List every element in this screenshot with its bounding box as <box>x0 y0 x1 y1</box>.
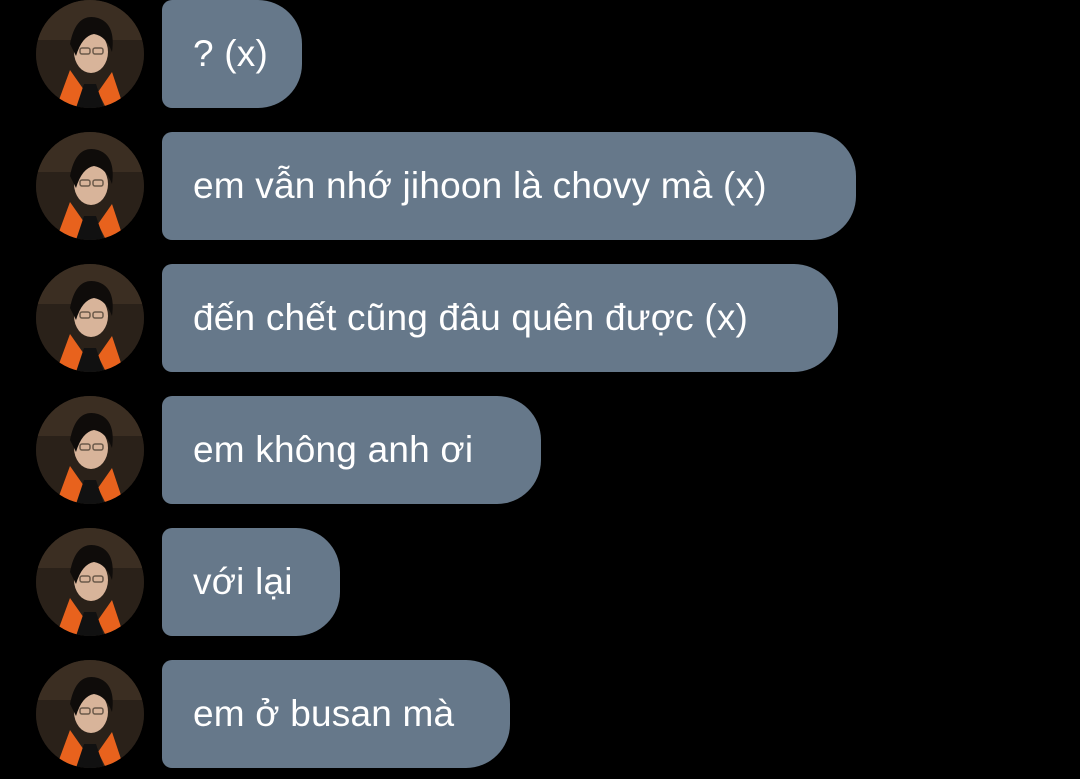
message-bubble[interactable]: ? (x) <box>162 0 302 108</box>
message-row: em ở busan mà <box>0 660 1080 768</box>
message-row: em không anh ơi <box>0 396 1080 504</box>
avatar-image <box>36 264 144 372</box>
message-row: em vẫn nhớ jihoon là chovy mà (x) <box>0 132 1080 240</box>
avatar[interactable] <box>36 264 144 372</box>
message-bubble[interactable]: em không anh ơi <box>162 396 541 504</box>
message-text: em vẫn nhớ jihoon là chovy mà (x) <box>193 165 767 206</box>
avatar[interactable] <box>36 396 144 504</box>
message-text: em không anh ơi <box>193 429 474 470</box>
message-text: ? (x) <box>193 33 268 74</box>
message-bubble[interactable]: em ở busan mà <box>162 660 510 768</box>
avatar-image <box>36 396 144 504</box>
message-text: em ở busan mà <box>193 693 455 734</box>
message-bubble[interactable]: đến chết cũng đâu quên được (x) <box>162 264 838 372</box>
avatar[interactable] <box>36 0 144 108</box>
message-text: đến chết cũng đâu quên được (x) <box>193 297 749 338</box>
message-row: đến chết cũng đâu quên được (x) <box>0 264 1080 372</box>
message-text: với lại <box>193 561 293 602</box>
message-row: ? (x) <box>0 0 1080 108</box>
avatar-image <box>36 528 144 636</box>
avatar-image <box>36 0 144 108</box>
chat-thread: ? (x) em vẫn nhớ jihoon là chovy mà (x) <box>0 0 1080 779</box>
message-bubble[interactable]: em vẫn nhớ jihoon là chovy mà (x) <box>162 132 856 240</box>
message-bubble[interactable]: với lại <box>162 528 340 636</box>
message-row: với lại <box>0 528 1080 636</box>
avatar-image <box>36 660 144 768</box>
avatar-image <box>36 132 144 240</box>
avatar[interactable] <box>36 660 144 768</box>
avatar[interactable] <box>36 132 144 240</box>
avatar[interactable] <box>36 528 144 636</box>
